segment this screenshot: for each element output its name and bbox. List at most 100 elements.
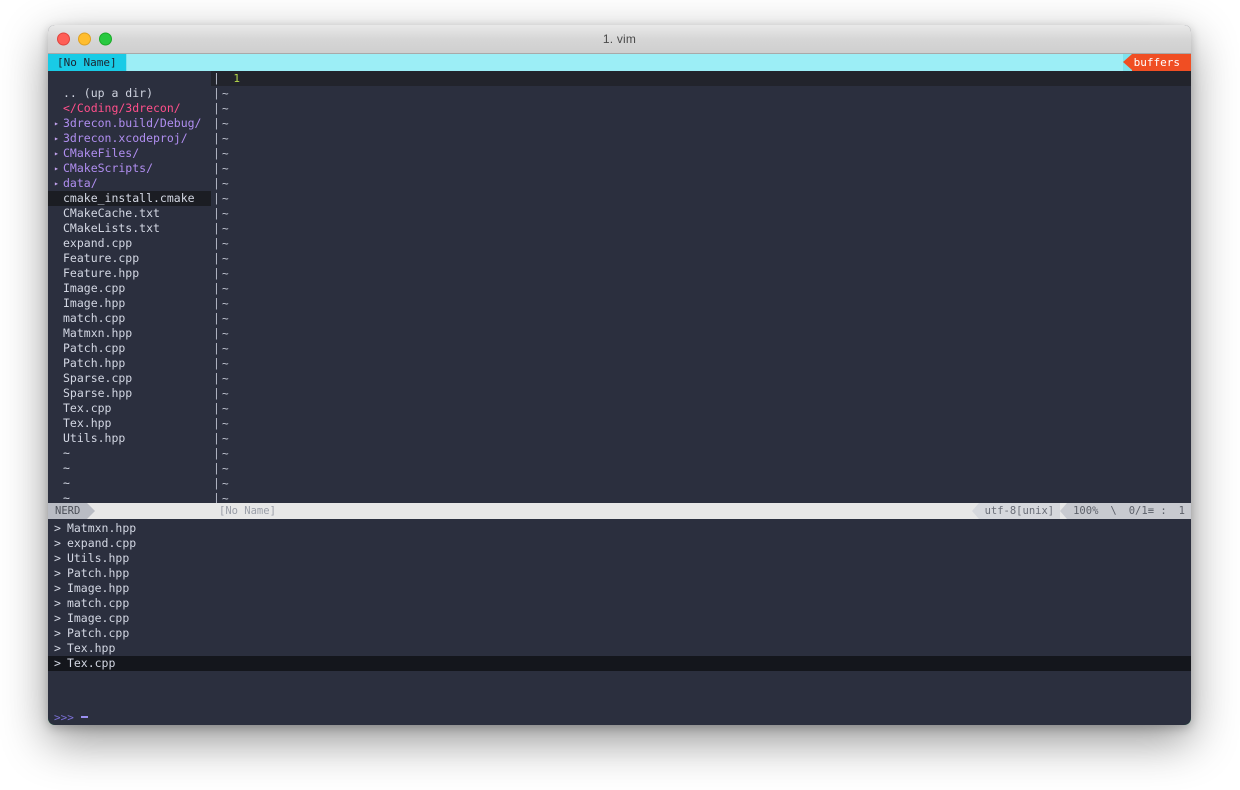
nerdtree-row[interactable]: CMakeLists.txt — [48, 221, 211, 236]
command-prompt[interactable]: >>> — [48, 709, 1191, 725]
nerdtree-row[interactable]: ▸ CMakeScripts/ — [48, 161, 211, 176]
ctrlp-results[interactable]: > Matmxn.hpp > expand.cpp > Utils.hpp > Patch.h… — [48, 519, 1191, 709]
split-separator: | — [213, 446, 220, 460]
ctrlp-result-row[interactable]: > match.cpp — [48, 596, 1191, 611]
editor-pane[interactable]: | 1 | ~ | ~ | ~ | ~ | ~ | ~ | ~ | ~ | ~ | ~ | ~ | ~ | ~ | ~ | ~ | ~ | ~ | ~ | ~… — [211, 71, 1191, 503]
editor-row[interactable]: | ~ — [211, 446, 1191, 461]
editor-row[interactable]: | ~ — [211, 476, 1191, 491]
nerdtree-row[interactable]: Matmxn.hpp — [48, 326, 211, 341]
statusline-mouse-icon: \ — [1104, 503, 1123, 519]
minimize-button[interactable] — [78, 32, 91, 46]
nerdtree-row-label: Image.cpp — [63, 281, 126, 295]
editor-row[interactable]: | ~ — [211, 221, 1191, 236]
editor-row[interactable]: | ~ — [211, 236, 1191, 251]
editor-row[interactable]: | ~ — [211, 416, 1191, 431]
nerdtree-row[interactable]: Image.cpp — [48, 281, 211, 296]
editor-row[interactable]: | ~ — [211, 386, 1191, 401]
editor-row[interactable]: | ~ — [211, 191, 1191, 206]
tab-no-name[interactable]: [No Name] — [48, 54, 127, 71]
nerdtree-row[interactable]: Feature.hpp — [48, 266, 211, 281]
nerdtree-row[interactable]: Tex.cpp — [48, 401, 211, 416]
split-separator: | — [213, 176, 220, 190]
statusline-left-fill — [95, 503, 211, 519]
nerdtree-row-label: .. (up a dir) — [63, 86, 154, 100]
nerdtree-row[interactable]: ~ — [48, 491, 211, 503]
prompt-cursor — [80, 716, 88, 718]
nerdtree-row[interactable]: ~ — [48, 461, 211, 476]
nerdtree-row[interactable]: ▸ CMakeFiles/ — [48, 146, 211, 161]
editor-row[interactable]: | ~ — [211, 251, 1191, 266]
nerdtree-row[interactable]: cmake_install.cmake — [48, 191, 211, 206]
nerdtree-row[interactable]: Utils.hpp — [48, 431, 211, 446]
nerdtree-row[interactable]: Tex.hpp — [48, 416, 211, 431]
editor-row[interactable]: | ~ — [211, 161, 1191, 176]
editor-empty-line-marker: ~ — [222, 372, 229, 385]
editor-row[interactable]: | ~ — [211, 281, 1191, 296]
nerdtree-row[interactable]: Patch.cpp — [48, 341, 211, 356]
ctrlp-result-row[interactable]: > Patch.hpp — [48, 566, 1191, 581]
nerdtree-row[interactable]: Sparse.hpp — [48, 386, 211, 401]
nerdtree-row[interactable]: ~ — [48, 476, 211, 491]
close-button[interactable] — [57, 32, 70, 46]
nerdtree-row[interactable]: match.cpp — [48, 311, 211, 326]
editor-cursorline-fill — [246, 71, 1191, 86]
editor-row[interactable]: | 1 — [211, 71, 1191, 86]
ctrlp-row-marker: > — [54, 536, 61, 550]
tabline-fill — [126, 54, 1123, 71]
ctrlp-result-row[interactable]: > Tex.hpp — [48, 641, 1191, 656]
split-separator: | — [213, 266, 220, 280]
editor-row[interactable]: | ~ — [211, 176, 1191, 191]
nerdtree-row-label: CMakeFiles/ — [63, 146, 140, 160]
nerdtree-row[interactable]: Image.hpp — [48, 296, 211, 311]
nerdtree-row[interactable]: CMakeCache.txt — [48, 206, 211, 221]
maximize-button[interactable] — [99, 32, 112, 46]
split-separator: | — [213, 146, 220, 160]
ctrlp-result-row[interactable]: > expand.cpp — [48, 536, 1191, 551]
nerdtree-row[interactable]: expand.cpp — [48, 236, 211, 251]
editor-row[interactable]: | ~ — [211, 341, 1191, 356]
nerdtree-row[interactable]: ~ — [48, 446, 211, 461]
nerdtree-row[interactable]: .. (up a dir) — [48, 86, 211, 101]
ctrlp-row-marker: > — [54, 566, 61, 580]
nerdtree-row[interactable]: Feature.cpp — [48, 251, 211, 266]
ctrlp-result-row[interactable]: > Utils.hpp — [48, 551, 1191, 566]
editor-row[interactable]: | ~ — [211, 491, 1191, 503]
editor-row[interactable]: | ~ — [211, 206, 1191, 221]
ctrlp-result-label: Image.cpp — [66, 611, 130, 625]
ctrlp-result-row[interactable]: > Patch.cpp — [48, 626, 1191, 641]
editor-row[interactable]: | ~ — [211, 431, 1191, 446]
editor-row[interactable]: | ~ — [211, 101, 1191, 116]
editor-row[interactable]: | ~ — [211, 326, 1191, 341]
editor-row[interactable]: | ~ — [211, 461, 1191, 476]
editor-row[interactable]: | ~ — [211, 356, 1191, 371]
ctrlp-result-row[interactable]: > Image.cpp — [48, 611, 1191, 626]
editor-row[interactable]: | ~ — [211, 371, 1191, 386]
ctrlp-result-row[interactable]: > Matmxn.hpp — [48, 521, 1191, 536]
nerdtree-row[interactable]: ▸ 3drecon.xcodeproj/ — [48, 131, 211, 146]
editor-empty-line-marker: ~ — [222, 87, 229, 100]
editor-empty-line-marker: ~ — [222, 327, 229, 340]
editor-row[interactable]: | ~ — [211, 86, 1191, 101]
window-titlebar[interactable]: 1. vim — [48, 25, 1191, 54]
editor-row[interactable]: | ~ — [211, 401, 1191, 416]
ctrlp-result-row[interactable]: > Image.hpp — [48, 581, 1191, 596]
editor-empty-line-marker: ~ — [222, 297, 229, 310]
editor-row[interactable]: | ~ — [211, 116, 1191, 131]
split-separator: | — [213, 221, 220, 235]
ctrlp-result-row[interactable]: > Tex.cpp — [48, 656, 1191, 671]
nerdtree-pane[interactable]: .. (up a dir) </Coding/3drecon/ ▸ 3drecon.b… — [48, 71, 211, 503]
nerdtree-row[interactable]: Patch.hpp — [48, 356, 211, 371]
window-controls[interactable] — [57, 32, 112, 46]
editor-row[interactable]: | ~ — [211, 131, 1191, 146]
ctrlp-row-marker: > — [54, 641, 61, 655]
editor-row[interactable]: | ~ — [211, 311, 1191, 326]
nerdtree-row[interactable]: Sparse.cpp — [48, 371, 211, 386]
nerdtree-row[interactable]: </Coding/3drecon/ — [48, 101, 211, 116]
editor-row[interactable]: | ~ — [211, 296, 1191, 311]
nerdtree-row[interactable]: ▸ 3drecon.build/Debug/ — [48, 116, 211, 131]
tabline-buffers-label[interactable]: buffers — [1131, 54, 1191, 71]
nerdtree-row[interactable]: ▸ data/ — [48, 176, 211, 191]
editor-row[interactable]: | ~ — [211, 146, 1191, 161]
statusline-column: 1 — [1172, 503, 1191, 519]
editor-row[interactable]: | ~ — [211, 266, 1191, 281]
